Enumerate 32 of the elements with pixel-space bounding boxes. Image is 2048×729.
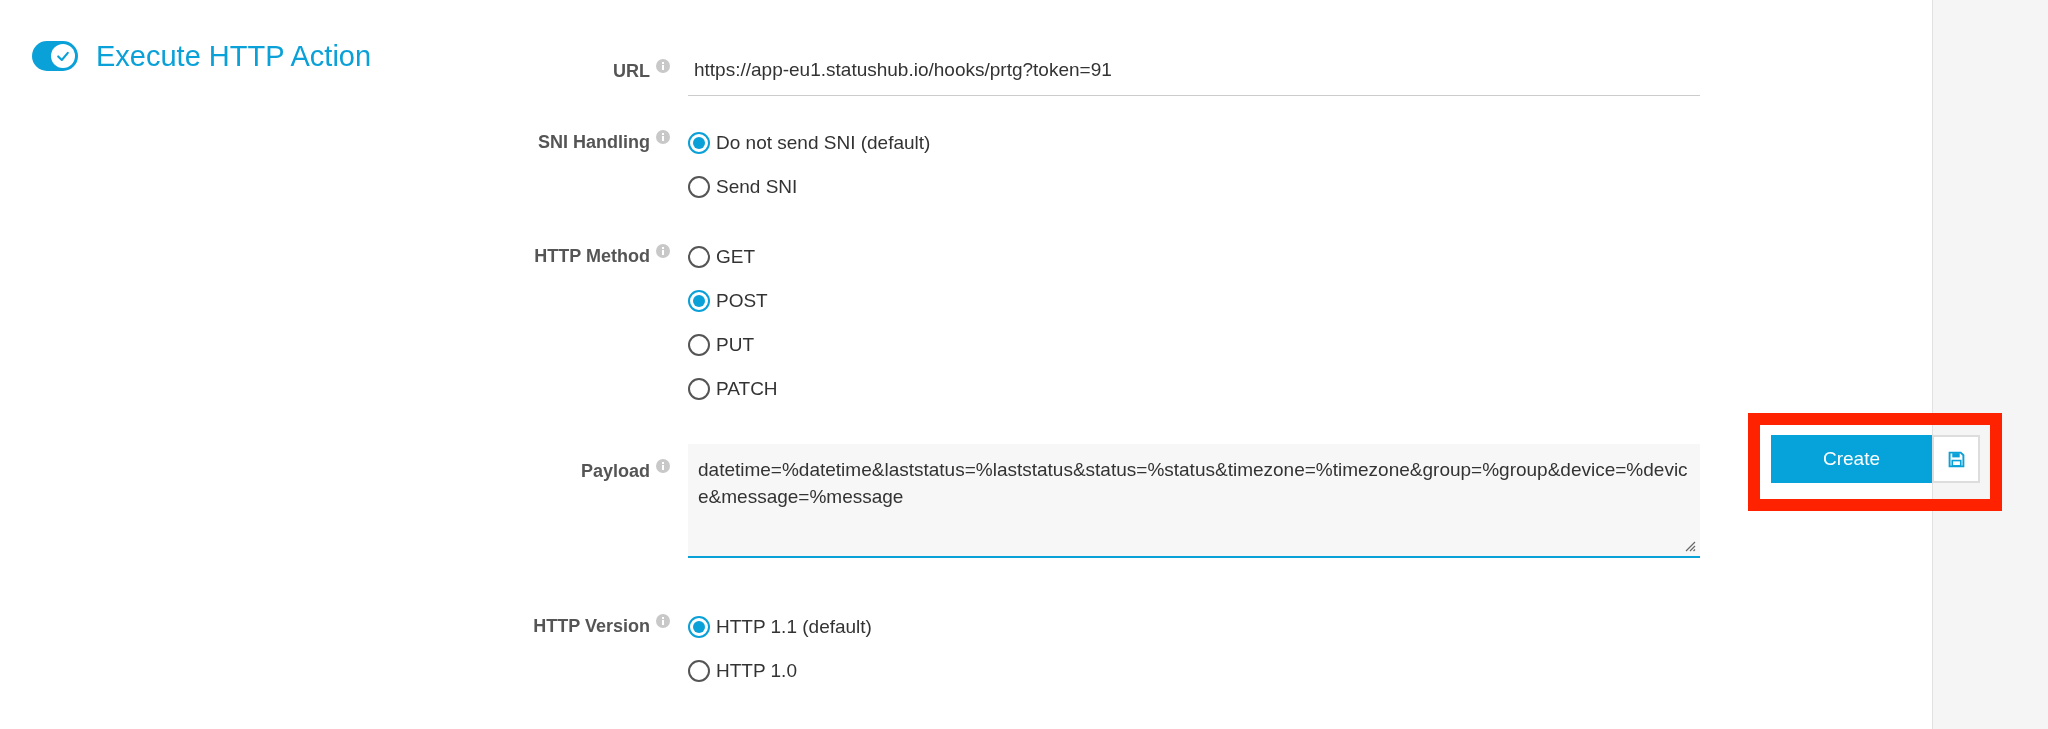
radio-label[interactable]: GET (716, 242, 756, 272)
radio-button[interactable] (688, 378, 710, 400)
radio-label[interactable]: Do not send SNI (default) (716, 128, 931, 158)
radio-label[interactable]: Send SNI (716, 172, 798, 202)
field-label: URL (613, 61, 650, 82)
field-label: HTTP Method (534, 246, 650, 267)
toggle-switch[interactable] (32, 41, 78, 71)
radio-button[interactable] (688, 616, 710, 638)
radio-label[interactable]: HTTP 1.1 (default) (716, 612, 872, 642)
radio-label[interactable]: POST (716, 286, 768, 316)
field-label: Payload (580, 461, 650, 482)
radio-label[interactable]: HTTP 1.0 (716, 656, 797, 686)
info-icon[interactable] (656, 244, 670, 258)
radio-button[interactable] (688, 176, 710, 198)
field-label: SNI Handling (538, 132, 650, 153)
section-title: Execute HTTP Action (96, 41, 372, 71)
payload-textarea[interactable]: datetime=%datetime&laststatus=%laststatus&status=%status&timezone=%timezone&group=%group&device=%device&message=%message (688, 444, 1700, 558)
save-button[interactable] (1932, 435, 1980, 483)
radio-button[interactable] (688, 660, 710, 682)
resize-grip-icon[interactable] (1684, 540, 1696, 552)
radio-button[interactable] (688, 246, 710, 268)
url-input[interactable]: https://app-eu1.statushub.io/hooks/prtg?token=91 (688, 57, 1700, 96)
radio-button[interactable] (688, 334, 710, 356)
info-icon[interactable] (656, 459, 670, 473)
field-label: HTTP Version (533, 616, 650, 637)
info-icon[interactable] (656, 59, 670, 73)
info-icon[interactable] (656, 130, 670, 144)
info-icon[interactable] (656, 614, 670, 628)
radio-label[interactable]: PATCH (716, 374, 778, 404)
radio-button[interactable] (688, 290, 710, 312)
radio-label[interactable]: PUT (716, 330, 754, 360)
radio-button[interactable] (688, 132, 710, 154)
